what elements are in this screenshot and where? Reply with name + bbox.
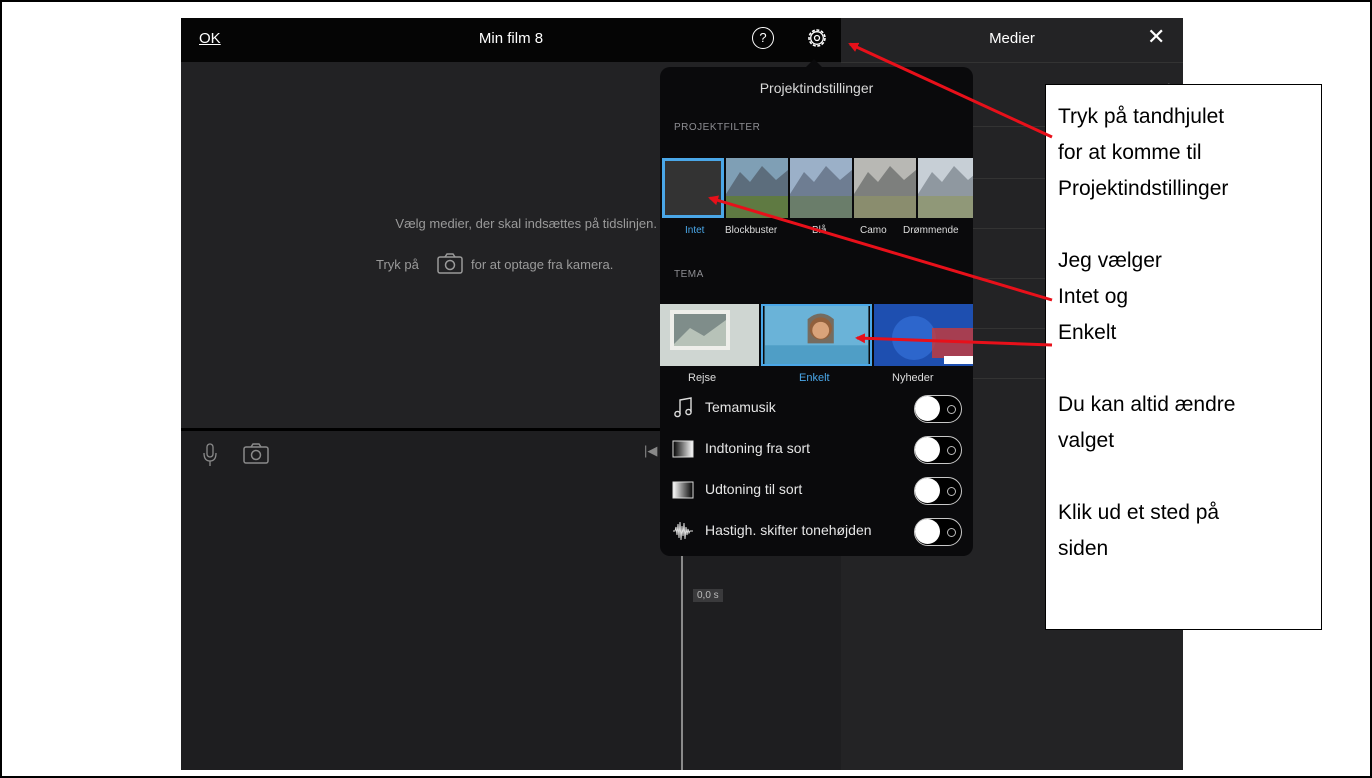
instruction-line: Jeg vælger	[1058, 249, 1162, 272]
theme-section-label: TEMA	[674, 269, 704, 280]
filter-thumb-camo[interactable]	[854, 158, 916, 218]
media-divider	[841, 62, 1183, 63]
instruction-line: Tryk på tandhjulet	[1058, 105, 1225, 128]
skip-back-icon[interactable]: |◀	[644, 443, 657, 459]
option-label: Udtoning til sort	[705, 481, 803, 497]
filter-label[interactable]: Blå	[812, 225, 826, 236]
option-label: Temamusik	[705, 399, 776, 415]
instruction-line: Intet og	[1058, 285, 1129, 308]
filter-label[interactable]: Camo	[860, 225, 887, 236]
theme-label[interactable]: Enkelt	[799, 372, 830, 384]
instruction-line: Projektindstillinger	[1058, 177, 1229, 200]
popover-arrow	[806, 59, 822, 67]
media-panel-title: Medier	[989, 30, 1035, 47]
close-icon[interactable]: ✕	[1147, 24, 1165, 50]
theme-label[interactable]: Rejse	[688, 372, 716, 384]
timecode: 0,0 s	[693, 589, 723, 602]
instruction-line: for at komme til	[1058, 141, 1202, 164]
hint-prefix: Tryk på	[376, 257, 419, 272]
instruction-line: valget	[1058, 429, 1115, 452]
filter-thumb-droemmende[interactable]	[918, 158, 973, 218]
playhead[interactable]	[681, 541, 683, 770]
toggle-off-indicator	[947, 487, 956, 496]
theme-thumb-nyheder[interactable]	[874, 304, 973, 366]
toggle-knob	[915, 519, 940, 544]
camera-icon[interactable]	[437, 253, 463, 275]
waveform-icon	[673, 521, 693, 541]
toggle-off-indicator	[947, 446, 956, 455]
instruction-box: Tryk på tandhjulet for at komme til Proj…	[1045, 84, 1322, 630]
filter-strip	[662, 158, 973, 222]
hastighed-toggle[interactable]	[914, 518, 962, 546]
indtoning-toggle[interactable]	[914, 436, 962, 464]
option-indtoning: Indtoning fra sort	[672, 434, 967, 464]
toggle-off-indicator	[947, 528, 956, 537]
toggle-knob	[915, 396, 940, 421]
filter-section-label: PROJEKTFILTER	[674, 122, 761, 133]
toggle-off-indicator	[947, 405, 956, 414]
option-hastighed: Hastigh. skifter tonehøjden	[672, 516, 967, 546]
filter-thumb-blockbuster[interactable]	[726, 158, 788, 218]
instruction-line: Du kan altid ændre	[1058, 393, 1236, 416]
instruction-line: siden	[1058, 537, 1109, 560]
theme-thumb-enkelt[interactable]	[761, 304, 872, 366]
theme-label[interactable]: Nyheder	[892, 372, 934, 384]
temamusik-toggle[interactable]	[914, 395, 962, 423]
option-udtoning: Udtoning til sort	[672, 475, 967, 505]
project-settings-popover: Projektindstillinger PROJEKTFILTER Intet…	[660, 59, 973, 556]
option-temamusik: Temamusik	[672, 393, 967, 423]
viewer-hint: Vælg medier, der skal indsættes på tidsl…	[395, 216, 657, 231]
toggle-knob	[915, 478, 940, 503]
toggle-knob	[915, 437, 940, 462]
fade-out-icon	[672, 481, 694, 499]
filter-label[interactable]: Drømmende	[903, 225, 959, 236]
instruction-line: Enkelt	[1058, 321, 1117, 344]
theme-thumb-rejse[interactable]	[660, 304, 759, 366]
filter-label[interactable]: Intet	[685, 225, 704, 236]
project-title: Min film 8	[478, 30, 544, 47]
hint-suffix: for at optage fra kamera.	[471, 257, 614, 272]
camera-icon[interactable]	[243, 443, 269, 465]
gear-icon[interactable]	[805, 26, 829, 50]
help-icon[interactable]: ?	[752, 27, 774, 49]
fade-in-icon	[672, 440, 694, 458]
option-label: Hastigh. skifter tonehøjden	[705, 522, 872, 538]
filter-thumb-blaa[interactable]	[790, 158, 852, 218]
filter-label[interactable]: Blockbuster	[725, 225, 777, 236]
filter-thumb-intet[interactable]	[662, 158, 724, 218]
popover-title: Projektindstillinger	[759, 80, 874, 96]
option-label: Indtoning fra sort	[705, 440, 811, 456]
microphone-icon[interactable]	[203, 443, 217, 467]
theme-strip	[660, 304, 973, 368]
udtoning-toggle[interactable]	[914, 477, 962, 505]
music-note-icon	[674, 397, 692, 418]
instruction-line: Klik ud et sted på	[1058, 501, 1220, 524]
